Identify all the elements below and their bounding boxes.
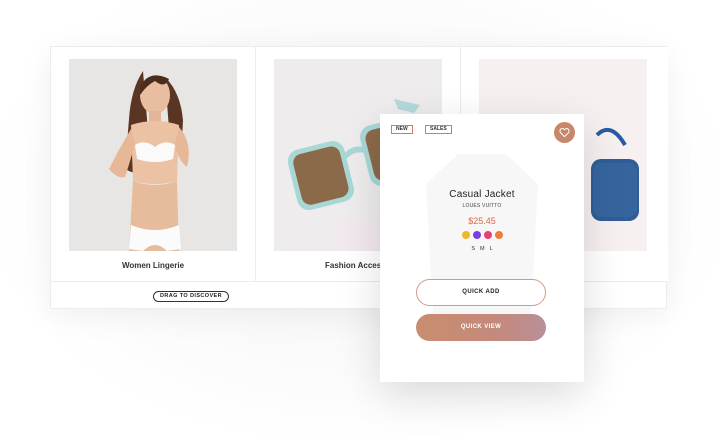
color-swatch-yellow[interactable] [462, 231, 470, 239]
color-swatch-orange[interactable] [495, 231, 503, 239]
size-option-s[interactable]: S [471, 246, 475, 252]
color-swatches [462, 231, 503, 239]
size-option-l[interactable]: L [490, 246, 493, 252]
product-name[interactable]: Women Lingerie [51, 261, 255, 270]
product-title[interactable]: Casual Jacket [380, 189, 584, 200]
color-swatch-pink[interactable] [484, 231, 492, 239]
favorite-button[interactable] [554, 122, 575, 143]
quick-view-button[interactable]: QUICK VIEW [416, 314, 546, 341]
new-badge: NEW [391, 125, 413, 134]
size-options: S M L [380, 246, 584, 252]
sales-badge: SALES [425, 125, 452, 134]
quick-view-card: NEW SALES Casual Jacket LOUES VUITTO $25… [380, 114, 584, 382]
drag-to-discover-button[interactable]: DRAG TO DISCOVER [153, 291, 229, 302]
product-brand: LOUES VUITTO [462, 203, 502, 209]
product-image-lingerie[interactable] [69, 59, 237, 251]
product-showcase: Women Lingerie Fashion Accessories DRAG … [0, 0, 717, 437]
color-swatch-purple[interactable] [473, 231, 481, 239]
quick-add-button[interactable]: QUICK ADD [416, 279, 546, 306]
product-price: $25.45 [468, 216, 496, 226]
size-option-m[interactable]: M [480, 246, 485, 252]
product-card-lingerie[interactable]: Women Lingerie [51, 47, 256, 281]
heart-icon [559, 128, 570, 138]
